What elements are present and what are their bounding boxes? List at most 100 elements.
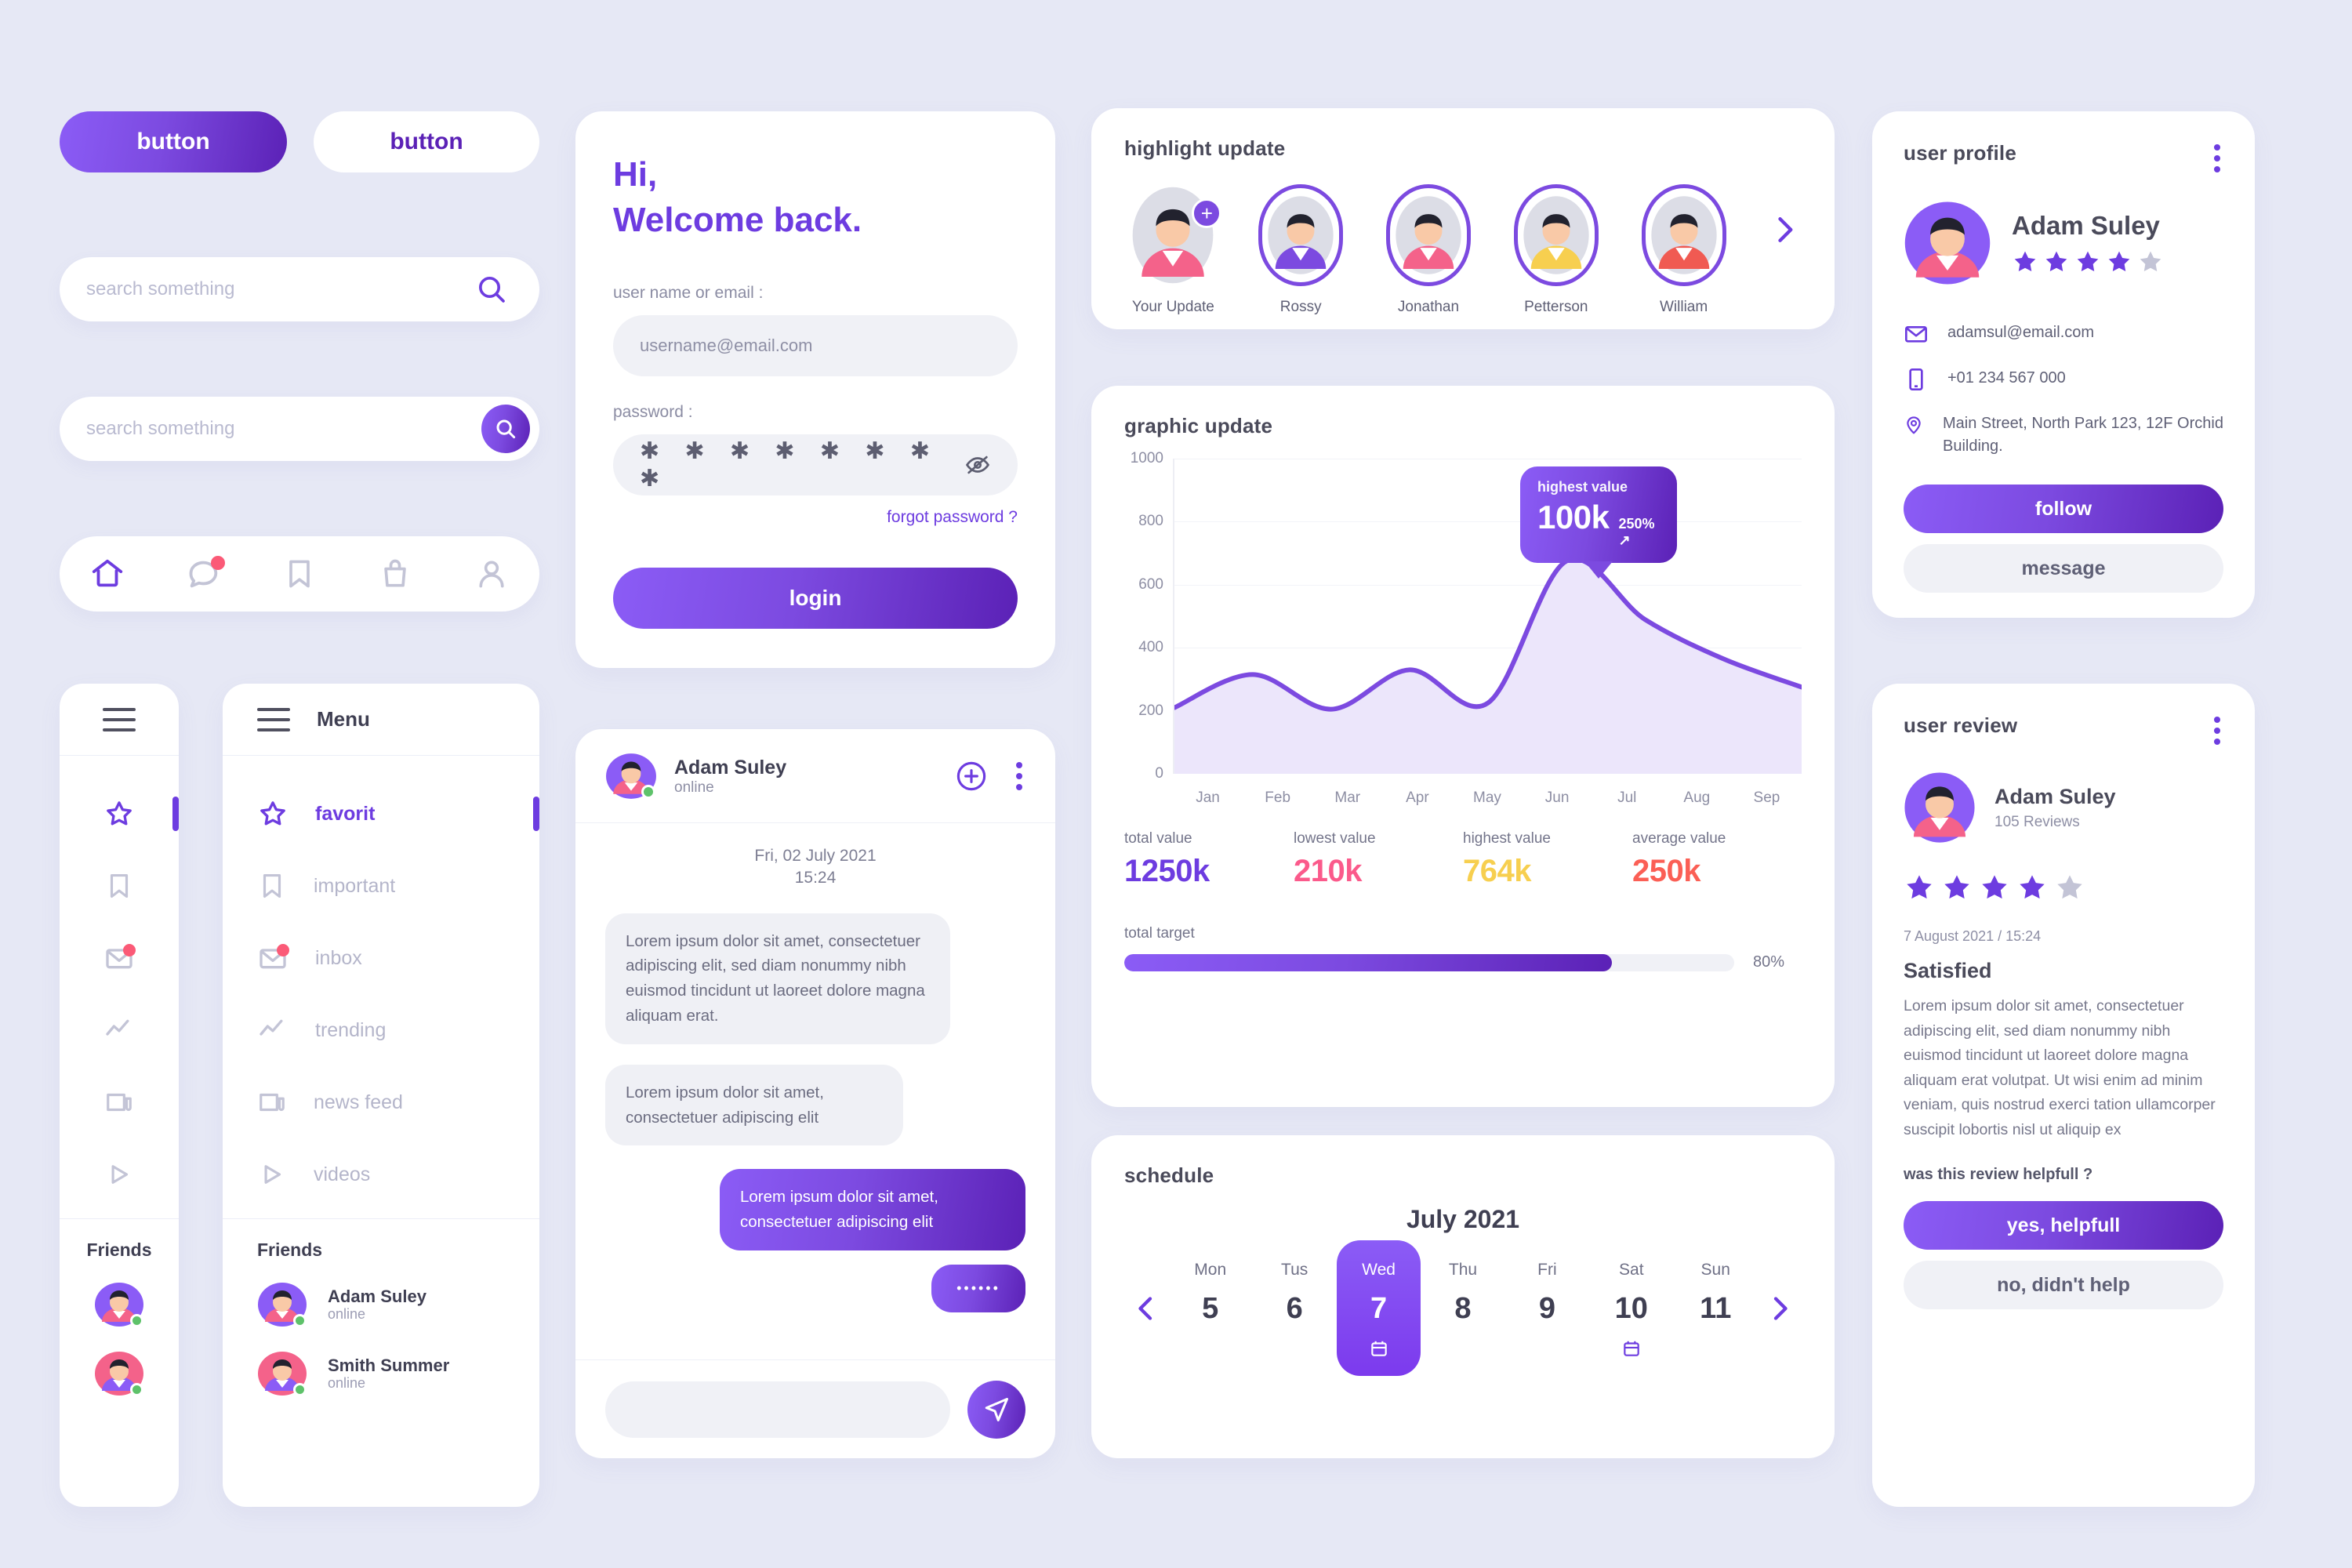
nav-bag-button[interactable] — [369, 548, 421, 600]
login-button-label: login — [789, 586, 842, 611]
review-helpful-no-button[interactable]: no, didn't help — [1904, 1261, 2223, 1310]
password-field-wrapper[interactable]: ✱ ✱ ✱ ✱ ✱ ✱ ✱ ✱ — [613, 434, 1018, 496]
schedule-day-sun[interactable]: Sun 11 — [1674, 1240, 1758, 1376]
sidebar-item-trending[interactable] — [60, 994, 179, 1066]
x-axis-tick: Mar — [1334, 789, 1361, 806]
send-icon[interactable] — [967, 1380, 1025, 1439]
secondary-button[interactable]: button — [314, 111, 539, 172]
story-avatar — [1385, 184, 1471, 286]
story-your-update[interactable]: + Your Update — [1124, 184, 1222, 316]
username-input[interactable] — [640, 336, 991, 357]
sidebar-item-favorit[interactable] — [60, 778, 179, 850]
sidebar-item-favorit[interactable]: favorit — [223, 778, 539, 850]
x-axis-tick: Jul — [1617, 789, 1637, 806]
graph-title: graphic update — [1124, 414, 1273, 437]
chevron-right-icon[interactable] — [1767, 212, 1802, 247]
search-input-plain[interactable] — [86, 278, 470, 300]
nav-profile-button[interactable] — [466, 548, 517, 600]
hamburger-icon[interactable] — [103, 707, 136, 731]
online-status-dot — [293, 1383, 307, 1396]
nav-bookmark-button[interactable] — [274, 548, 325, 600]
story-rossy[interactable]: Rossy — [1252, 184, 1350, 316]
review-helpful-no-label: no, didn't help — [1997, 1273, 2130, 1296]
avatar — [1650, 196, 1717, 274]
friend-status: online — [328, 1306, 366, 1323]
story-label: Petterson — [1524, 299, 1588, 315]
forgot-password-link[interactable]: forgot password ? — [613, 508, 1018, 527]
story-jonathan[interactable]: Jonathan — [1380, 184, 1478, 316]
nav-home-button[interactable] — [82, 548, 133, 600]
schedule-day-fri[interactable]: Fri 9 — [1505, 1240, 1589, 1376]
search-icon[interactable] — [470, 268, 513, 310]
stat-average-value: average value 250k — [1632, 830, 1802, 889]
sidebar-item-inbox[interactable] — [60, 922, 179, 994]
review-menu-kebab-icon[interactable] — [2211, 713, 2223, 748]
message-button[interactable]: message — [1904, 544, 2223, 593]
star-icon-empty — [2140, 251, 2161, 272]
nav-chat-button[interactable] — [178, 548, 230, 600]
friend-avatar[interactable] — [94, 1348, 144, 1399]
search-bar-round[interactable] — [60, 397, 539, 461]
chat-date-divider: Fri, 02 July 2021 15:24 — [605, 845, 1025, 890]
schedule-day-thu[interactable]: Thu 8 — [1421, 1240, 1504, 1376]
chart-tooltip-value: 100k — [1537, 499, 1610, 535]
profile-title: user profile — [1904, 141, 2016, 165]
chevron-right-icon[interactable] — [1758, 1293, 1802, 1324]
search-icon[interactable] — [481, 405, 530, 453]
sidebar-item-news-feed[interactable]: news feed — [223, 1066, 539, 1138]
profile-address: Main Street, North Park 123, 12F Orchid … — [1943, 415, 2223, 455]
schedule-day-tus[interactable]: Tus 6 — [1252, 1240, 1336, 1376]
star-icon — [1907, 875, 1932, 899]
schedule-day-sat[interactable]: Sat 10 — [1589, 1240, 1673, 1376]
target-progress: 80% — [1124, 953, 1802, 971]
sidebar-item-news-feed[interactable] — [60, 1066, 179, 1138]
schedule-day-mon[interactable]: Mon 5 — [1168, 1240, 1252, 1376]
login-button[interactable]: login — [613, 568, 1018, 630]
online-status-dot — [130, 1383, 143, 1396]
schedule-month: July 2021 — [1406, 1205, 1520, 1233]
sidebar-item-videos[interactable] — [60, 1138, 179, 1210]
star-icon — [2045, 251, 2067, 272]
chat-menu-kebab-icon[interactable] — [1013, 759, 1025, 793]
review-rating — [1904, 872, 2223, 903]
schedule-day-wed[interactable]: Wed 7 — [1336, 1240, 1421, 1376]
friend-name: Adam Suley — [328, 1286, 426, 1306]
chat-header: Adam Suley online — [575, 729, 1055, 823]
plus-circle-icon[interactable] — [955, 760, 988, 793]
search-input-round[interactable] — [86, 418, 481, 440]
chat-message-input[interactable] — [605, 1381, 950, 1438]
review-helpful-yes-button[interactable]: yes, helpfull — [1904, 1201, 2223, 1250]
chevron-left-icon[interactable] — [1124, 1293, 1168, 1324]
y-axis-tick: 1000 — [1130, 450, 1163, 466]
follow-button[interactable]: follow — [1904, 485, 2223, 533]
username-field-wrapper[interactable] — [613, 315, 1018, 377]
highlight-update-card: highlight update + Your Update Rossy Jon… — [1091, 108, 1835, 329]
friend-list-item[interactable]: Smith Summer online — [257, 1348, 516, 1399]
sidebar-item-trending[interactable]: trending — [223, 994, 539, 1066]
eye-off-icon[interactable] — [964, 452, 991, 478]
story-petterson[interactable]: Petterson — [1507, 184, 1605, 316]
stat-value: 1250k — [1124, 854, 1210, 888]
search-bar-plain[interactable] — [60, 257, 539, 321]
sidebar-item-important[interactable] — [60, 850, 179, 922]
friend-avatar[interactable] — [94, 1279, 144, 1330]
day-number: 9 — [1538, 1292, 1555, 1325]
reviewer-review-count: 105 Reviews — [1994, 813, 2080, 830]
primary-button[interactable]: button — [60, 111, 287, 172]
day-number: 5 — [1202, 1292, 1219, 1325]
friend-list-item[interactable]: Adam Suley online — [257, 1279, 516, 1330]
mail-icon — [1905, 326, 1927, 343]
welcome-line-1: Hi, — [613, 155, 658, 194]
welcome-line-2: Welcome back. — [613, 201, 862, 240]
sidebar-item-videos[interactable]: videos — [223, 1138, 539, 1210]
story-william[interactable]: William — [1635, 184, 1733, 316]
profile-address-row: Main Street, North Park 123, 12F Orchid … — [1904, 412, 2223, 458]
day-name: Tus — [1281, 1261, 1308, 1279]
progress-track — [1124, 953, 1734, 971]
hamburger-icon[interactable] — [257, 707, 290, 731]
stat-label: highest value — [1463, 830, 1551, 847]
profile-menu-kebab-icon[interactable] — [2211, 141, 2223, 176]
sidebar-item-important[interactable]: important — [223, 850, 539, 922]
sidebar-item-inbox[interactable]: inbox — [223, 922, 539, 994]
add-story-plus-icon[interactable]: + — [1192, 198, 1222, 228]
